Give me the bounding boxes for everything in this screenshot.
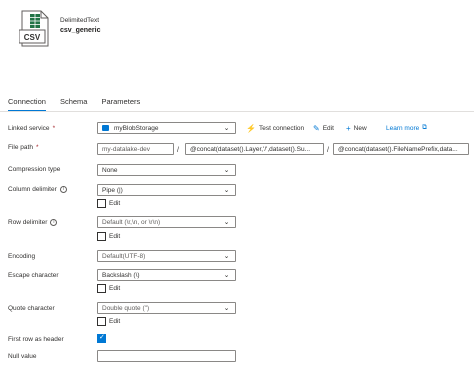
file-name-input[interactable]: @concat(dataset().FileNamePrefix,data...	[333, 143, 469, 155]
quote-character-dropdown[interactable]: Double quote (") ⌄	[97, 302, 236, 314]
file-path-label: File path *	[8, 144, 39, 151]
edit-linked-service-button[interactable]: ✎ Edit	[313, 124, 334, 133]
csv-icon-text: CSV	[24, 33, 41, 42]
chevron-down-icon: ⌄	[223, 272, 230, 279]
row-delimiter-dropdown[interactable]: Default (\r,\n, or \r\n) ⌄	[97, 216, 236, 228]
quote-character-edit-label: Edit	[109, 318, 121, 325]
escape-character-label: Escape character	[8, 272, 59, 279]
quote-character-edit-checkbox[interactable]	[97, 317, 106, 326]
row-delimiter-edit-checkbox[interactable]	[97, 232, 106, 241]
dataset-name: csv_generic	[60, 27, 101, 34]
test-connection-button[interactable]: ⚡ Test connection	[246, 124, 304, 133]
learn-more-link[interactable]: Learn more ⧉	[386, 124, 427, 132]
tab-parameters[interactable]: Parameters	[101, 97, 140, 112]
plus-icon: +	[346, 124, 351, 133]
path-separator: /	[177, 147, 179, 154]
chevron-down-icon: ⌄	[223, 187, 230, 194]
compression-type-dropdown[interactable]: None ⌄	[97, 164, 236, 176]
new-linked-service-button[interactable]: + New	[346, 124, 367, 133]
column-delimiter-edit-checkbox[interactable]	[97, 199, 106, 208]
column-delimiter-dropdown[interactable]: Pipe (|) ⌄	[97, 184, 236, 196]
tab-connection[interactable]: Connection	[8, 97, 46, 112]
compression-type-label: Compression type	[8, 166, 61, 173]
info-icon[interactable]: i	[50, 219, 58, 226]
row-delimiter-label: Row delimiter i	[8, 219, 58, 226]
tab-schema[interactable]: Schema	[60, 97, 88, 112]
storage-icon	[102, 125, 109, 131]
plug-icon: ⚡	[246, 124, 256, 133]
chevron-down-icon: ⌄	[223, 219, 230, 226]
tab-divider	[0, 111, 474, 112]
first-row-header-label: First row as header	[8, 336, 64, 343]
directory-input[interactable]: @concat(dataset().Layer,'/',dataset().Su…	[185, 143, 324, 155]
linked-service-label: Linked service *	[8, 125, 56, 132]
null-value-label: Null value	[8, 353, 37, 360]
chevron-down-icon: ⌄	[223, 125, 230, 132]
quote-character-label: Quote character	[8, 305, 55, 312]
first-row-header-checkbox[interactable]	[97, 333, 106, 343]
dataset-type: DelimitedText	[60, 17, 100, 24]
escape-character-dropdown[interactable]: Backslash (\) ⌄	[97, 269, 236, 281]
escape-character-edit-label: Edit	[109, 285, 121, 292]
encoding-label: Encoding	[8, 253, 36, 260]
null-value-input[interactable]	[97, 350, 236, 362]
container-input[interactable]: my-datalake-dev	[97, 143, 174, 155]
encoding-dropdown[interactable]: Default(UTF-8) ⌄	[97, 250, 236, 262]
chevron-down-icon: ⌄	[223, 253, 230, 260]
path-separator: /	[327, 147, 329, 154]
info-icon[interactable]: i	[59, 186, 67, 193]
chevron-down-icon: ⌄	[223, 305, 230, 312]
escape-character-edit-checkbox[interactable]	[97, 284, 106, 293]
linked-service-dropdown[interactable]: myBlobStorage ⌄	[97, 122, 236, 134]
external-link-icon: ⧉	[422, 124, 427, 131]
csv-file-icon: CSV	[19, 10, 49, 47]
chevron-down-icon: ⌄	[223, 167, 230, 174]
pencil-icon: ✎	[313, 124, 320, 133]
tab-bar: Connection Schema Parameters	[8, 97, 154, 112]
row-delimiter-edit-label: Edit	[109, 233, 121, 240]
column-delimiter-edit-label: Edit	[109, 200, 121, 207]
column-delimiter-label: Column delimiter i	[8, 186, 67, 193]
